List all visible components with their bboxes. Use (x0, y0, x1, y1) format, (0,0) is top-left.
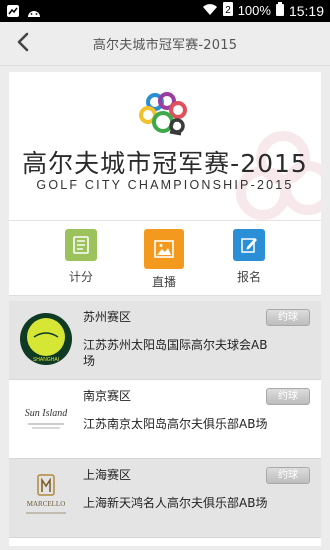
android-icon (26, 3, 42, 22)
function-bar: 计分 直播 报名 (9, 220, 321, 296)
edit-icon (233, 229, 265, 261)
book-button[interactable]: 约球 (266, 309, 310, 326)
register-button[interactable]: 报名 (214, 229, 284, 285)
club-logo: Sun Island (17, 390, 75, 446)
banner-subtitle: GOLF CITY CHAMPIONSHIP-2015 (36, 178, 294, 192)
app-header: 高尔夫城市冠军赛-2015 (0, 22, 330, 66)
championship-banner: 高尔夫城市冠军赛-2015 GOLF CITY CHAMPIONSHIP-201… (9, 72, 321, 220)
banner-title: 高尔夫城市冠军赛-2015 (22, 149, 308, 178)
battery-icon (275, 2, 284, 19)
clock: 15:19 (288, 2, 324, 19)
competition-list: SHANGHAI 苏州赛区 江苏苏州太阳岛国际高尔夫球会AB场 约球 Sun I… (9, 301, 321, 546)
svg-text:SHANGHAI: SHANGHAI (33, 357, 59, 363)
score-button[interactable]: 计分 (46, 229, 116, 285)
status-bar: 2 100% 15:19 (0, 0, 330, 22)
wifi-icon (202, 3, 218, 19)
club-logo: MARCELLO (17, 469, 75, 525)
region-name: 上海赛区 (83, 468, 132, 482)
svg-text:MARCELLO: MARCELLO (27, 500, 66, 508)
score-label: 计分 (68, 270, 93, 284)
live-button[interactable]: 直播 (129, 229, 199, 290)
course-name: 上海新天鸿名人高尔夫俱乐部AB场 (83, 496, 268, 510)
book-button[interactable]: 约球 (266, 388, 310, 405)
list-item[interactable]: SHANGHAI 苏州赛区 江苏苏州太阳岛国际高尔夫球会AB场 约球 (9, 301, 321, 380)
photo-icon (144, 229, 184, 269)
club-logo: SHANGHAI (17, 311, 75, 367)
svg-text:Sun Island: Sun Island (25, 408, 69, 419)
signal-icon: 2 (222, 2, 233, 19)
battery-percent: 100% (237, 3, 271, 18)
page-title: 高尔夫城市冠军赛-2015 (92, 38, 238, 53)
list-item-partial (9, 538, 321, 546)
svg-text:2: 2 (225, 5, 231, 16)
live-label: 直播 (151, 275, 176, 289)
scorecard-icon (65, 229, 97, 261)
list-item[interactable]: MARCELLO 上海赛区 上海新天鸿名人高尔夫俱乐部AB场 约球 (9, 459, 321, 538)
championship-logo-icon (137, 92, 193, 142)
register-label: 报名 (236, 270, 261, 284)
region-name: 苏州赛区 (83, 310, 132, 324)
course-name: 江苏南京太阳岛高尔夫俱乐部AB场 (83, 417, 268, 431)
region-name: 南京赛区 (83, 389, 132, 403)
book-button[interactable]: 约球 (266, 467, 310, 484)
course-name: 江苏苏州太阳岛国际高尔夫球会AB场 (83, 338, 268, 368)
notification-icon (6, 3, 20, 22)
list-item[interactable]: Sun Island 南京赛区 江苏南京太阳岛高尔夫俱乐部AB场 约球 (9, 380, 321, 459)
